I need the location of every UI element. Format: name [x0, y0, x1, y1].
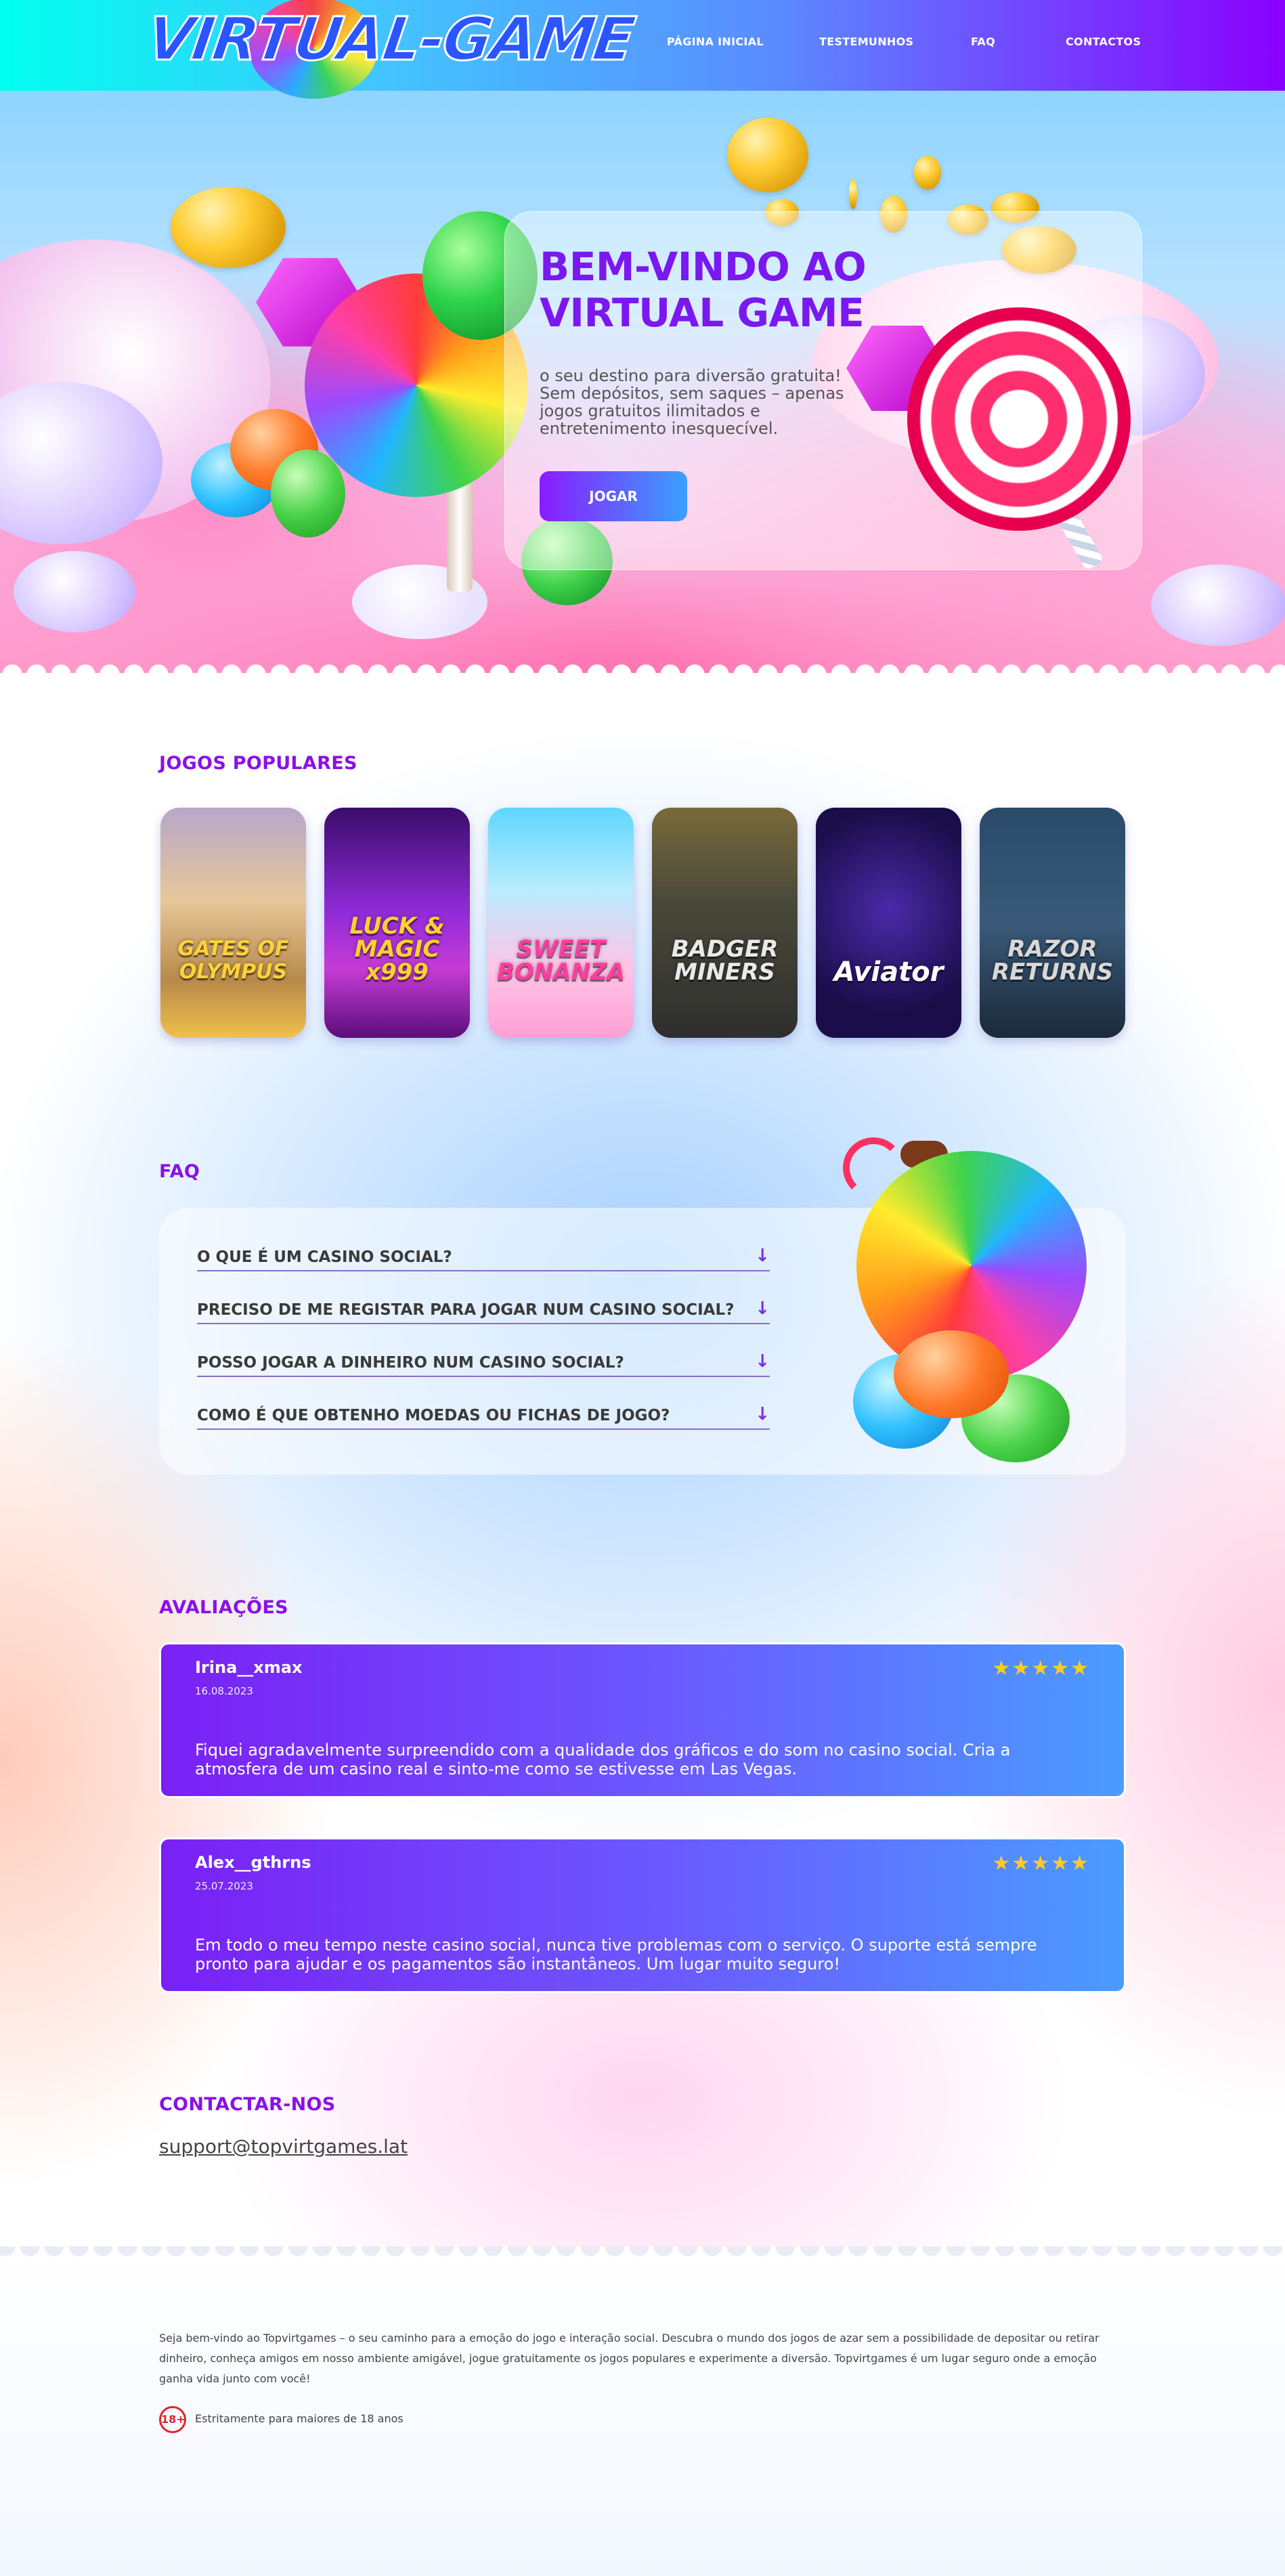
game-card[interactable]: RAZOR RETURNS [980, 808, 1125, 1038]
popular-games-title: JOGOS POPULARES [159, 753, 357, 774]
game-title: LUCK & MAGIC x999 [349, 913, 445, 986]
faq-item[interactable]: PRECISO DE ME REGISTAR PARA JOGAR NUM CA… [197, 1298, 770, 1324]
hero-section: BEM-VINDO AO VIRTUAL GAME o seu destino … [0, 91, 1285, 673]
review-card: Irina__xmax 16.08.2023 ★★★★★ Fiquei agra… [159, 1642, 1126, 1798]
jelly-bean-icon [271, 450, 345, 538]
footer-description: Seja bem-vindo ao Topvirtgames – o seu c… [159, 2332, 1099, 2385]
faq-title: FAQ [159, 1161, 200, 1182]
faq-question: COMO É QUE OBTENHO MOEDAS OU FICHAS DE J… [197, 1407, 670, 1424]
hero-title: BEM-VINDO AO VIRTUAL GAME [540, 244, 867, 336]
review-card: Alex__gthrns 25.07.2023 ★★★★★ Em todo o … [159, 1837, 1126, 1993]
arrow-down-icon[interactable]: ↓ [755, 1298, 770, 1319]
faq-item[interactable]: COMO É QUE OBTENHO MOEDAS OU FICHAS DE J… [197, 1404, 770, 1430]
game-title: GATES OF OLYMPUS [177, 937, 289, 984]
logo-text: VIRTUAL-GAME [141, 3, 638, 75]
gold-coin-icon [171, 187, 286, 268]
game-card[interactable]: Aviator [816, 808, 961, 1038]
arrow-down-icon[interactable]: ↓ [755, 1351, 770, 1372]
game-card[interactable]: SWEET BONANZA [488, 808, 634, 1038]
game-card[interactable]: BADGER MINERS [652, 808, 798, 1038]
game-title: Aviator [833, 957, 944, 988]
faq-question: POSSO JOGAR A DINHEIRO NUM CASINO SOCIAL… [197, 1354, 624, 1372]
star-rating: ★★★★★ [992, 1657, 1090, 1680]
hero-cloud [1151, 565, 1285, 646]
review-text: Em todo o meu tempo neste casino social,… [195, 1936, 1037, 1973]
star-rating: ★★★★★ [992, 1852, 1090, 1875]
play-button[interactable]: JOGAR [540, 471, 687, 521]
game-title: SWEET BONANZA [496, 936, 625, 986]
review-text: Fiquei agradavelmente surpreendido com a… [195, 1741, 1011, 1778]
faq-item[interactable]: POSSO JOGAR A DINHEIRO NUM CASINO SOCIAL… [197, 1351, 770, 1377]
game-title: RAZOR RETURNS [991, 936, 1114, 986]
faq-item[interactable]: O QUE É UM CASINO SOCIAL? ↓ [197, 1246, 770, 1271]
review-author: Irina__xmax [195, 1658, 303, 1677]
popular-games-list: GATES OF OLYMPUS LUCK & MAGIC x999 SWEET… [159, 808, 1126, 1038]
faq-question: O QUE É UM CASINO SOCIAL? [197, 1248, 452, 1266]
hero-bottom-edge [0, 659, 1285, 673]
arrow-down-icon[interactable]: ↓ [755, 1404, 770, 1424]
age-restriction-text: Estritamente para maiores de 18 anos [195, 2412, 404, 2425]
game-card[interactable]: LUCK & MAGIC x999 [324, 808, 470, 1038]
age-18-icon: 18+ [159, 2406, 186, 2433]
site-footer: Seja bem-vindo ao Topvirtgames – o seu c… [0, 2246, 1285, 2576]
review-date: 16.08.2023 [195, 1685, 253, 1697]
site-logo[interactable]: VIRTUAL-GAME [141, 0, 639, 99]
gold-coin-icon [914, 156, 941, 190]
contact-title: CONTACTAR-NOS [159, 2094, 336, 2115]
arrow-down-icon[interactable]: ↓ [755, 1246, 770, 1266]
faq-question: PRECISO DE ME REGISTAR PARA JOGAR NUM CA… [197, 1301, 735, 1319]
reviews-title: AVALIAÇÕES [159, 1597, 288, 1618]
review-date: 25.07.2023 [195, 1880, 253, 1892]
nav-faq[interactable]: FAQ [971, 35, 995, 48]
nav-contacts[interactable]: CONTACTOS [1066, 35, 1141, 48]
game-card[interactable]: GATES OF OLYMPUS [160, 808, 306, 1038]
site-header: VIRTUAL-GAME PÁGINA INICIAL TESTEMUNHOS … [0, 0, 1285, 99]
gold-coin-icon [727, 118, 808, 192]
nav-testimonials[interactable]: TESTEMUNHOS [819, 35, 913, 48]
game-title: BADGER MINERS [671, 936, 779, 986]
contact-email-link[interactable]: support@topvirtgames.lat [159, 2135, 408, 2158]
red-lollipop-icon [907, 307, 1131, 531]
hero-subtitle: o seu destino para diversão gratuita! Se… [540, 366, 844, 438]
gold-coin-icon [849, 179, 857, 209]
review-author: Alex__gthrns [195, 1853, 311, 1872]
footer-top-edge [0, 2246, 1285, 2261]
nav-home[interactable]: PÁGINA INICIAL [667, 35, 764, 48]
hero-cloud [14, 551, 135, 632]
